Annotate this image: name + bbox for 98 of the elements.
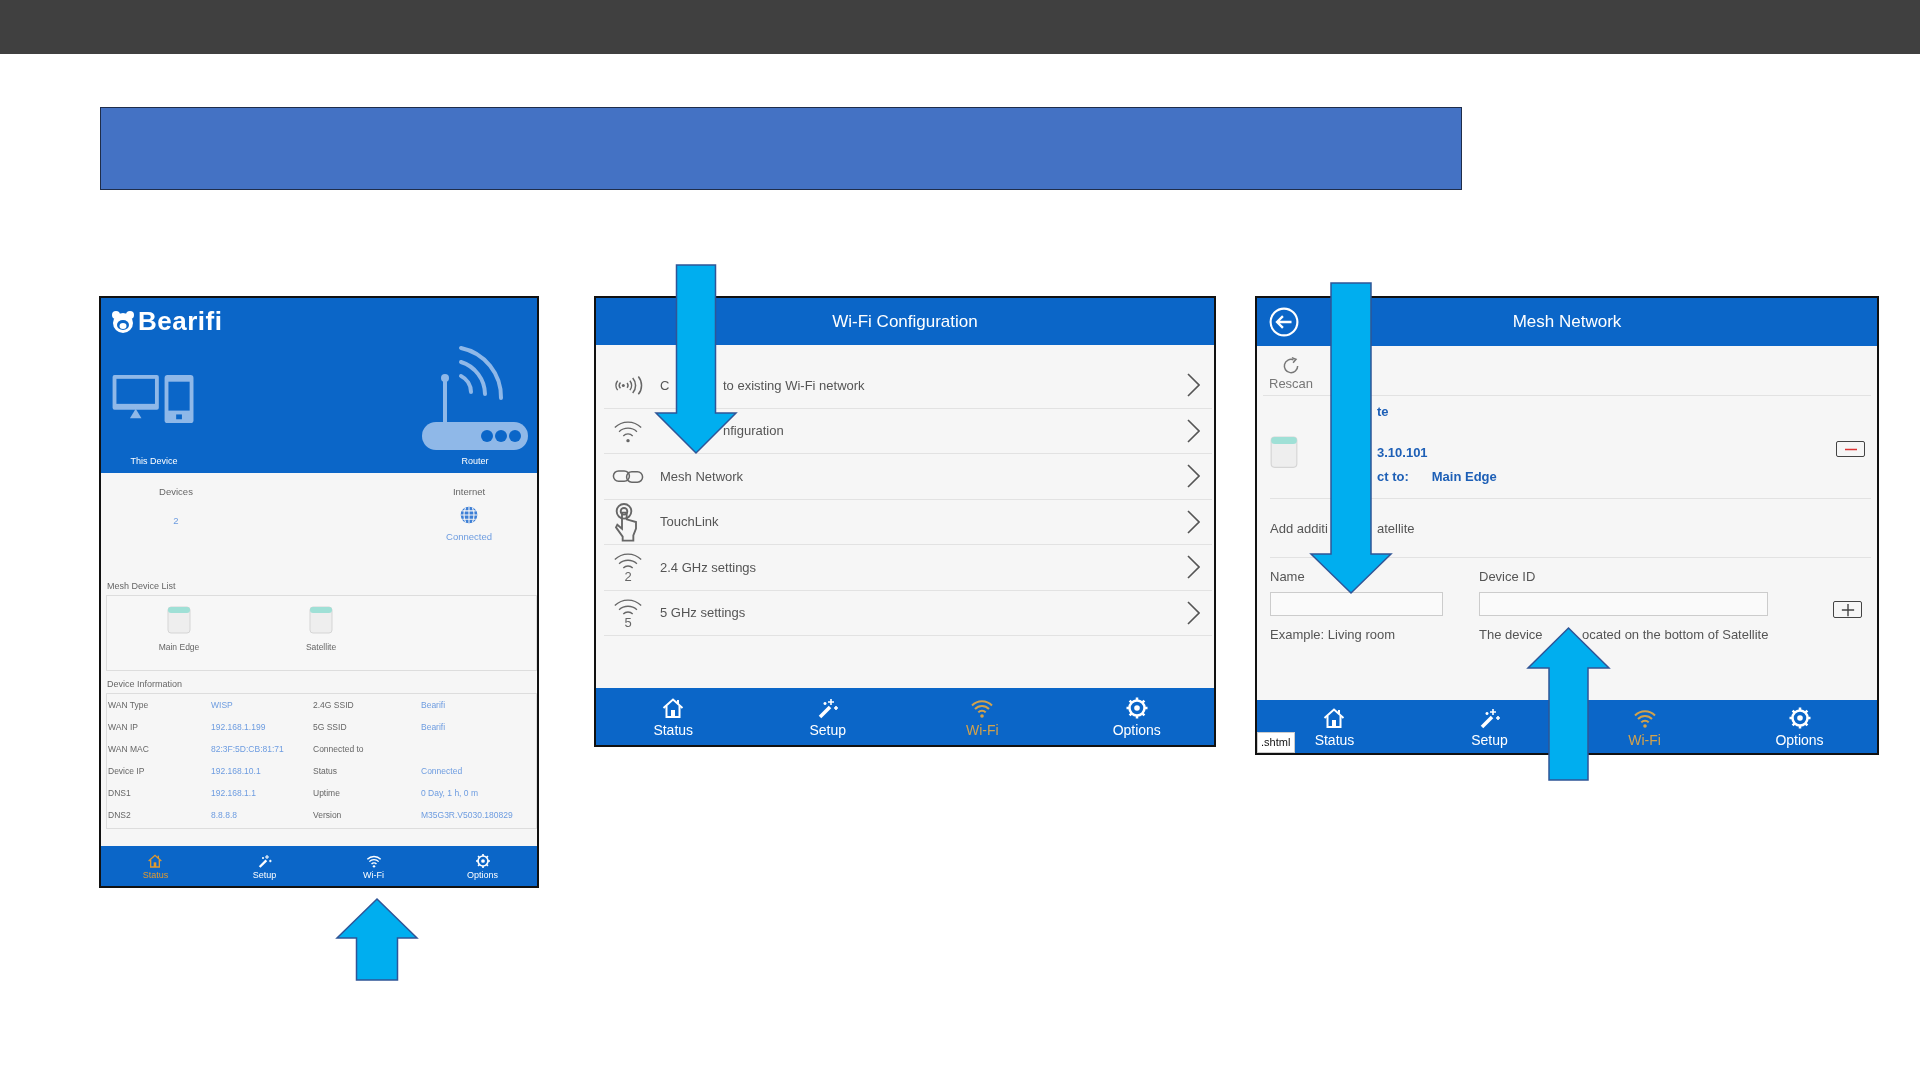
info-value: 192.168.1.1	[211, 788, 257, 798]
device-count: 2	[173, 515, 179, 526]
connect-label: ct to:	[1377, 469, 1409, 484]
info-value: 82:3F:5D:CB:81:71	[211, 744, 285, 754]
info-value: Bearifi	[421, 700, 447, 710]
gear-icon	[474, 852, 491, 869]
section-title: Device Information	[107, 679, 184, 689]
menu-row[interactable]: 5 5 GHz settings	[604, 590, 1212, 636]
info-label: WAN IP	[108, 722, 139, 732]
device-ip: 3.10.101	[1377, 445, 1429, 460]
info-label: WAN Type	[108, 700, 150, 710]
info-label: Uptime	[313, 788, 341, 798]
device-label: This Device	[130, 456, 178, 466]
info-label: Status	[313, 766, 339, 776]
home-icon	[147, 852, 164, 869]
nav-tab[interactable]: Status	[651, 688, 696, 745]
info-label: Connected to	[313, 744, 365, 754]
chevron-right-icon	[1186, 509, 1200, 534]
info-value: 192.168.1.199	[211, 722, 267, 732]
info-label: Version	[313, 810, 343, 820]
field-hint: Example: Living room	[1270, 627, 1395, 642]
info-value: Connected	[421, 766, 464, 776]
summary-label: Devices	[159, 486, 193, 497]
info-value: Bearifi	[421, 722, 447, 732]
section-title: atellite	[1377, 520, 1415, 536]
info-label: Device IP	[108, 766, 146, 776]
nav-tab[interactable]: Setup	[250, 846, 279, 886]
chevron-right-icon	[1186, 373, 1200, 398]
info-value: M35G3R.V5030.180829	[421, 810, 514, 820]
section-title: Mesh Device List	[107, 581, 177, 591]
info-label: WAN MAC	[108, 744, 150, 754]
info-value: 0 Day, 1 h, 0 m	[421, 788, 479, 798]
nav-tab[interactable]: Status	[1312, 700, 1357, 753]
screen-title: Mesh Network	[1512, 312, 1622, 332]
wifi-icon	[612, 418, 644, 443]
menu-label: TouchLink	[660, 514, 719, 530]
band-number: 2	[624, 571, 632, 583]
band-number: 5	[624, 616, 632, 628]
info-label: 2.4G SSID	[313, 700, 355, 710]
info-value: WISP	[211, 700, 234, 710]
menu-label: Mesh Network	[660, 468, 744, 484]
nav-tab[interactable]: Options	[1110, 688, 1163, 745]
nav-tab[interactable]: Options	[465, 846, 500, 886]
chevron-right-icon	[1186, 600, 1200, 625]
menu-label: 5 GHz settings	[660, 605, 746, 621]
logo-text: Bearifi	[138, 306, 223, 337]
add-button[interactable]	[1833, 601, 1862, 618]
gear-icon	[1124, 695, 1149, 720]
info-value: 192.168.10.1	[211, 766, 262, 776]
field-label: Name	[1270, 569, 1306, 584]
minus-icon	[1843, 447, 1858, 451]
screen-title: Wi-Fi Configuration	[596, 298, 1214, 345]
menu-row[interactable]: TouchLink	[604, 499, 1212, 545]
field-hint: ocated on the bottom of Satellite	[1582, 627, 1770, 642]
menu-row[interactable]: 2 2.4 GHz settings	[604, 545, 1212, 591]
link-icon	[612, 468, 644, 484]
chevron-right-icon	[1186, 418, 1200, 443]
summary-label: Internet	[452, 486, 486, 497]
section-title: Add additi	[1270, 520, 1329, 536]
nav-tab[interactable]: Setup	[1469, 700, 1510, 753]
device-name: Satellite	[305, 642, 337, 652]
mesh-unit-icon	[1270, 433, 1298, 469]
mesh-unit-icon	[167, 604, 191, 634]
nav-tab[interactable]: Options	[1773, 700, 1826, 753]
nav-tab[interactable]: Setup	[807, 688, 849, 745]
globe-icon	[459, 505, 479, 525]
wifi-icon	[612, 597, 644, 617]
menu-label: C	[660, 377, 671, 393]
router-label: Router	[461, 456, 489, 466]
mesh-unit-icon	[309, 604, 333, 634]
input-field[interactable]	[1479, 592, 1768, 616]
connect-value: Main Edge	[1431, 469, 1497, 484]
signal-waves-icon	[612, 375, 644, 395]
rescan-button[interactable]: Rescan	[1269, 356, 1314, 391]
status-tooltip: .shtml	[1257, 732, 1296, 753]
info-label: DNS2	[108, 810, 132, 820]
field-label: Device ID	[1479, 569, 1537, 584]
menu-label: 2.4 GHz settings	[660, 559, 757, 575]
info-label: DNS1	[108, 788, 132, 798]
input-field[interactable]	[1270, 592, 1443, 616]
info-label: 5G SSID	[313, 722, 348, 732]
bear-logo-icon	[111, 309, 135, 334]
field-hint: The device	[1479, 627, 1544, 642]
menu-row[interactable]: Mesh Network	[604, 454, 1212, 500]
internet-status: Connected	[446, 531, 492, 542]
nav-tab[interactable]: Wi-Fi	[361, 846, 386, 886]
device-name: Main Edge	[158, 642, 200, 652]
plus-icon	[1840, 602, 1855, 617]
menu-label: to existing Wi-Fi network	[723, 377, 866, 393]
magic-wand-icon	[256, 852, 273, 869]
menu-label: nfiguration	[723, 423, 785, 439]
chevron-right-icon	[1186, 555, 1200, 580]
back-button[interactable]	[1269, 307, 1299, 337]
device-name: te	[1377, 404, 1390, 419]
info-value: 8.8.8.8	[211, 810, 238, 820]
gear-icon	[1787, 705, 1812, 730]
remove-button[interactable]	[1836, 441, 1865, 457]
chevron-right-icon	[1186, 464, 1200, 489]
